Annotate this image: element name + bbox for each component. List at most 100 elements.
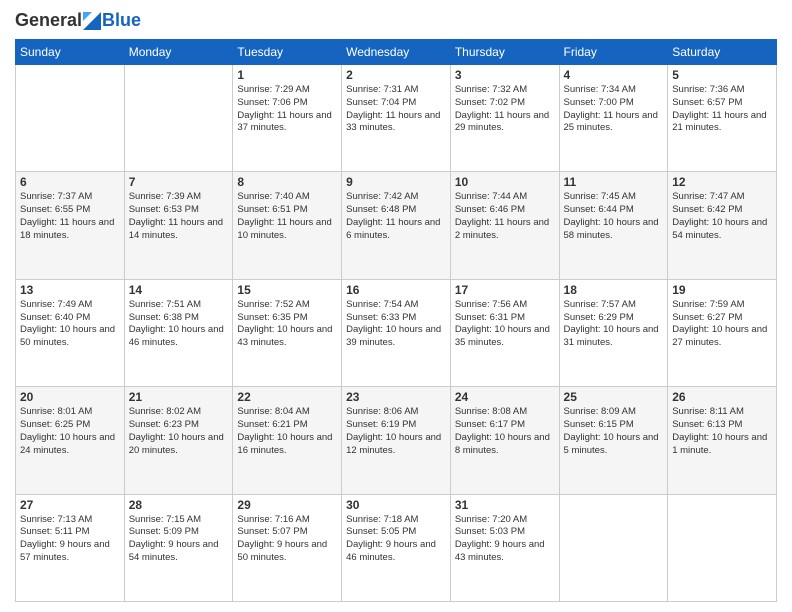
day-number: 4: [564, 68, 664, 82]
page-header: General Blue: [15, 10, 777, 31]
day-info: Sunrise: 8:06 AM Sunset: 6:19 PM Dayligh…: [346, 406, 446, 457]
calendar-cell: 8Sunrise: 7:40 AM Sunset: 6:51 PM Daylig…: [233, 172, 342, 279]
day-number: 31: [455, 498, 555, 512]
day-number: 3: [455, 68, 555, 82]
day-info: Sunrise: 7:39 AM Sunset: 6:53 PM Dayligh…: [129, 191, 229, 242]
day-number: 15: [237, 283, 337, 297]
calendar-cell: 16 Sunrise: 7:54 AM Sunset: 6:33 PM Dayli…: [342, 279, 451, 386]
calendar-header-monday: Monday: [124, 40, 233, 65]
calendar-cell: 12 Sunrise: 7:47 AM Sunset: 6:42 PM Dayli…: [668, 172, 777, 279]
calendar-cell: 21 Sunrise: 8:02 AM Sunset: 6:23 PM Dayli…: [124, 387, 233, 494]
day-number: 26: [672, 390, 772, 404]
day-number: 23: [346, 390, 446, 404]
logo-icon: [83, 12, 101, 30]
day-info: Sunrise: 7:29 AM Sunset: 7:06 PM Dayligh…: [237, 84, 337, 135]
day-info: Sunrise: 7:37 AM Sunset: 6:55 PM Dayligh…: [20, 191, 120, 242]
calendar-cell: 11 Sunrise: 7:45 AM Sunset: 6:44 PM Dayli…: [559, 172, 668, 279]
day-info: Sunrise: 7:45 AM Sunset: 6:44 PM Dayligh…: [564, 191, 664, 242]
day-info: Sunrise: 7:42 AM Sunset: 6:48 PM Dayligh…: [346, 191, 446, 242]
day-info: Sunrise: 7:36 AM Sunset: 6:57 PM Dayligh…: [672, 84, 772, 135]
day-number: 16: [346, 283, 446, 297]
calendar-cell: 22 Sunrise: 8:04 AM Sunset: 6:21 PM Dayli…: [233, 387, 342, 494]
calendar-cell: 31 Sunrise: 7:20 AM Sunset: 5:03 PM Dayli…: [450, 494, 559, 601]
day-info: Sunrise: 7:31 AM Sunset: 7:04 PM Dayligh…: [346, 84, 446, 135]
calendar-cell: 4Sunrise: 7:34 AM Sunset: 7:00 PM Daylig…: [559, 65, 668, 172]
calendar-cell: [559, 494, 668, 601]
calendar-header-saturday: Saturday: [668, 40, 777, 65]
day-info: Sunrise: 7:57 AM Sunset: 6:29 PM Dayligh…: [564, 299, 664, 350]
day-number: 1: [237, 68, 337, 82]
calendar-week-row: 20Sunrise: 8:01 AM Sunset: 6:25 PM Dayli…: [16, 387, 777, 494]
day-number: 6: [20, 175, 120, 189]
calendar-cell: 3 Sunrise: 7:32 AM Sunset: 7:02 PM Daylig…: [450, 65, 559, 172]
day-number: 2: [346, 68, 446, 82]
day-info: Sunrise: 7:56 AM Sunset: 6:31 PM Dayligh…: [455, 299, 555, 350]
calendar-cell: [668, 494, 777, 601]
day-info: Sunrise: 7:59 AM Sunset: 6:27 PM Dayligh…: [672, 299, 772, 350]
day-info: Sunrise: 7:15 AM Sunset: 5:09 PM Dayligh…: [129, 514, 229, 565]
calendar-cell: 30 Sunrise: 7:18 AM Sunset: 5:05 PM Dayli…: [342, 494, 451, 601]
day-info: Sunrise: 8:01 AM Sunset: 6:25 PM Dayligh…: [20, 406, 120, 457]
day-number: 22: [237, 390, 337, 404]
calendar-cell: 10 Sunrise: 7:44 AM Sunset: 6:46 PM Dayli…: [450, 172, 559, 279]
day-info: Sunrise: 8:08 AM Sunset: 6:17 PM Dayligh…: [455, 406, 555, 457]
day-info: Sunrise: 8:04 AM Sunset: 6:21 PM Dayligh…: [237, 406, 337, 457]
calendar-header-sunday: Sunday: [16, 40, 125, 65]
day-number: 28: [129, 498, 229, 512]
day-number: 17: [455, 283, 555, 297]
day-number: 7: [129, 175, 229, 189]
day-number: 24: [455, 390, 555, 404]
calendar-week-row: 6 Sunrise: 7:37 AM Sunset: 6:55 PM Daylig…: [16, 172, 777, 279]
calendar-cell: 24 Sunrise: 8:08 AM Sunset: 6:17 PM Dayli…: [450, 387, 559, 494]
day-info: Sunrise: 7:49 AM Sunset: 6:40 PM Dayligh…: [20, 299, 120, 350]
day-info: Sunrise: 7:54 AM Sunset: 6:33 PM Dayligh…: [346, 299, 446, 350]
day-number: 14: [129, 283, 229, 297]
calendar-header-row: SundayMondayTuesdayWednesdayThursdayFrid…: [16, 40, 777, 65]
day-info: Sunrise: 7:16 AM Sunset: 5:07 PM Dayligh…: [237, 514, 337, 565]
calendar-header-wednesday: Wednesday: [342, 40, 451, 65]
calendar-cell: 7 Sunrise: 7:39 AM Sunset: 6:53 PM Daylig…: [124, 172, 233, 279]
day-info: Sunrise: 8:02 AM Sunset: 6:23 PM Dayligh…: [129, 406, 229, 457]
calendar-cell: 13Sunrise: 7:49 AM Sunset: 6:40 PM Dayli…: [16, 279, 125, 386]
calendar-cell: 6 Sunrise: 7:37 AM Sunset: 6:55 PM Daylig…: [16, 172, 125, 279]
calendar-cell: 14Sunrise: 7:51 AM Sunset: 6:38 PM Dayli…: [124, 279, 233, 386]
calendar-cell: 19 Sunrise: 7:59 AM Sunset: 6:27 PM Dayli…: [668, 279, 777, 386]
day-number: 12: [672, 175, 772, 189]
calendar-week-row: 1 Sunrise: 7:29 AM Sunset: 7:06 PM Daylig…: [16, 65, 777, 172]
calendar-cell: 20Sunrise: 8:01 AM Sunset: 6:25 PM Dayli…: [16, 387, 125, 494]
day-number: 19: [672, 283, 772, 297]
calendar-cell: 9Sunrise: 7:42 AM Sunset: 6:48 PM Daylig…: [342, 172, 451, 279]
day-info: Sunrise: 7:32 AM Sunset: 7:02 PM Dayligh…: [455, 84, 555, 135]
calendar-cell: 26Sunrise: 8:11 AM Sunset: 6:13 PM Dayli…: [668, 387, 777, 494]
calendar-cell: 28 Sunrise: 7:15 AM Sunset: 5:09 PM Dayli…: [124, 494, 233, 601]
calendar-week-row: 27 Sunrise: 7:13 AM Sunset: 5:11 PM Dayli…: [16, 494, 777, 601]
calendar-cell: 25Sunrise: 8:09 AM Sunset: 6:15 PM Dayli…: [559, 387, 668, 494]
day-info: Sunrise: 7:20 AM Sunset: 5:03 PM Dayligh…: [455, 514, 555, 565]
day-number: 8: [237, 175, 337, 189]
calendar-cell: 18Sunrise: 7:57 AM Sunset: 6:29 PM Dayli…: [559, 279, 668, 386]
calendar-cell: [124, 65, 233, 172]
calendar-cell: 23 Sunrise: 8:06 AM Sunset: 6:19 PM Dayli…: [342, 387, 451, 494]
calendar-cell: 27 Sunrise: 7:13 AM Sunset: 5:11 PM Dayli…: [16, 494, 125, 601]
calendar-cell: 5Sunrise: 7:36 AM Sunset: 6:57 PM Daylig…: [668, 65, 777, 172]
day-info: Sunrise: 7:44 AM Sunset: 6:46 PM Dayligh…: [455, 191, 555, 242]
day-number: 21: [129, 390, 229, 404]
day-number: 10: [455, 175, 555, 189]
calendar-cell: 29Sunrise: 7:16 AM Sunset: 5:07 PM Dayli…: [233, 494, 342, 601]
day-number: 27: [20, 498, 120, 512]
day-number: 30: [346, 498, 446, 512]
logo-blue-text: Blue: [102, 10, 141, 31]
calendar-header-tuesday: Tuesday: [233, 40, 342, 65]
day-number: 25: [564, 390, 664, 404]
calendar-cell: [16, 65, 125, 172]
logo-general-text: General: [15, 10, 82, 31]
calendar-table: SundayMondayTuesdayWednesdayThursdayFrid…: [15, 39, 777, 602]
day-number: 11: [564, 175, 664, 189]
day-info: Sunrise: 7:47 AM Sunset: 6:42 PM Dayligh…: [672, 191, 772, 242]
day-info: Sunrise: 7:13 AM Sunset: 5:11 PM Dayligh…: [20, 514, 120, 565]
logo: General Blue: [15, 10, 141, 31]
day-info: Sunrise: 7:18 AM Sunset: 5:05 PM Dayligh…: [346, 514, 446, 565]
calendar-week-row: 13Sunrise: 7:49 AM Sunset: 6:40 PM Dayli…: [16, 279, 777, 386]
calendar-cell: 17 Sunrise: 7:56 AM Sunset: 6:31 PM Dayli…: [450, 279, 559, 386]
day-info: Sunrise: 7:52 AM Sunset: 6:35 PM Dayligh…: [237, 299, 337, 350]
